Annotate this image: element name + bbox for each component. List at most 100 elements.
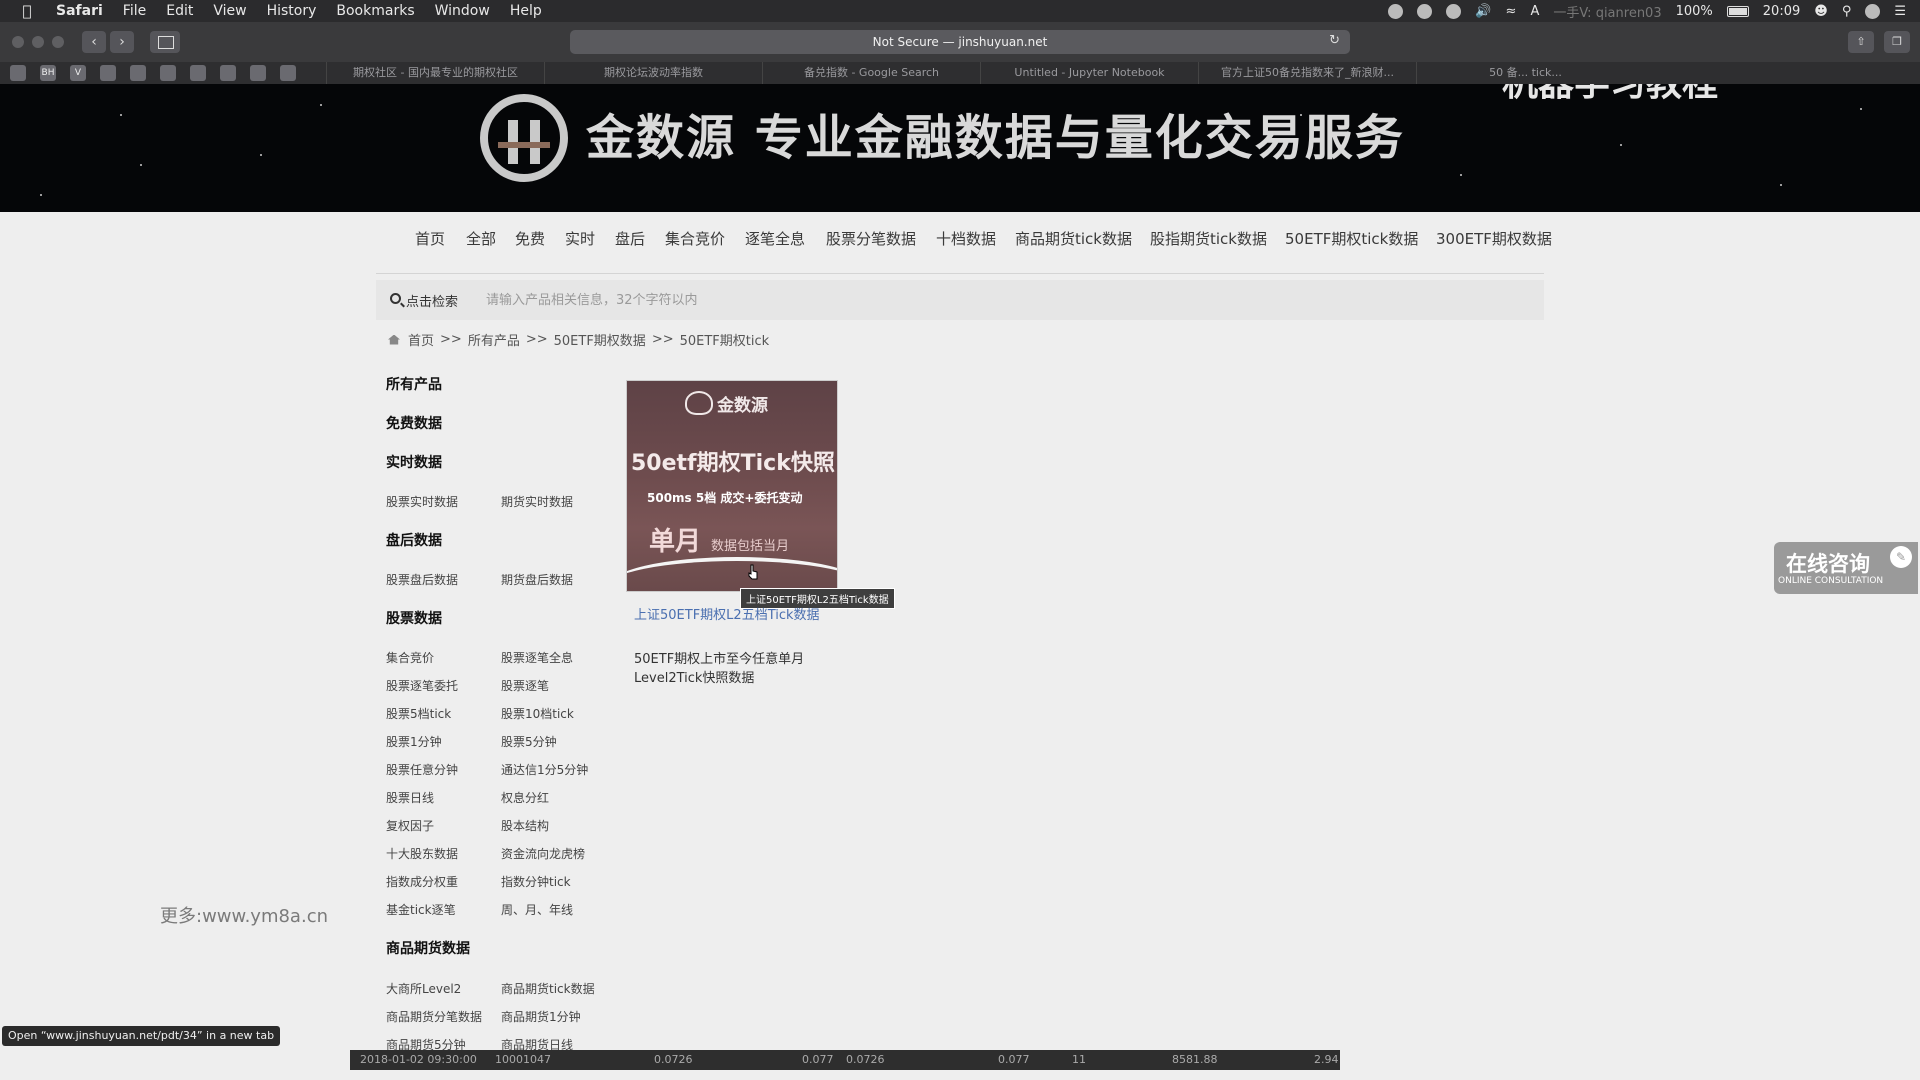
menu-history[interactable]: History (267, 3, 317, 19)
sidebar-link[interactable]: 股本结构 (501, 817, 549, 834)
search-input[interactable] (486, 288, 886, 312)
nav-index-futures-tick[interactable]: 股指期货tick数据 (1150, 228, 1267, 249)
tab[interactable]: 期权社区 - 国内最专业的期权社区 (326, 62, 544, 84)
menu-safari[interactable]: Safari (56, 3, 103, 19)
search-label[interactable]: 点击检索 (406, 291, 458, 310)
favorite-icon[interactable] (220, 65, 236, 81)
wifi-icon[interactable]: ≈ (1506, 4, 1517, 19)
nav-ten-level[interactable]: 十档数据 (936, 228, 996, 249)
sidebar-link[interactable]: 商品期货tick数据 (501, 980, 595, 997)
sidebar-link[interactable]: 股票逐笔委托 (386, 677, 458, 694)
battery-icon[interactable] (1726, 5, 1749, 17)
sidebar-link[interactable]: 股票5分钟 (501, 733, 557, 750)
tab[interactable]: 备兑指数 - Google Search (762, 62, 980, 84)
menu-bookmarks[interactable]: Bookmarks (336, 3, 414, 19)
sidebar-link[interactable]: 期货实时数据 (501, 493, 573, 510)
back-button[interactable]: ‹ (82, 31, 106, 53)
tab[interactable]: 50 备... tick... (1416, 62, 1634, 84)
search-icon[interactable] (390, 293, 401, 304)
sidebar-link[interactable]: 股票10档tick (501, 705, 574, 722)
nav-tick-full[interactable]: 逐笔全息 (745, 228, 805, 249)
sidebar-link[interactable]: 股票任意分钟 (386, 761, 458, 778)
sidebar-link[interactable]: 股票逐笔全息 (501, 649, 573, 666)
sidebar-link[interactable]: 股票日线 (386, 789, 434, 806)
spotlight-icon[interactable]: ⚲ (1842, 4, 1852, 19)
breadcrumb-current[interactable]: 50ETF期权tick (680, 330, 770, 349)
play-icon[interactable] (1446, 3, 1462, 19)
sidebar-link[interactable]: 期货盘后数据 (501, 571, 573, 588)
sidebar-link[interactable]: 股票1分钟 (386, 733, 442, 750)
sidebar-link[interactable]: 股票5档tick (386, 705, 451, 722)
nav-afterhours[interactable]: 盘后 (615, 228, 645, 249)
sidebar-link[interactable]: 指数分钟tick (501, 873, 571, 890)
clock[interactable]: 20:09 (1763, 4, 1800, 19)
sidebar-stock-data[interactable]: 股票数据 (386, 608, 442, 628)
reload-icon[interactable]: ↻ (1329, 33, 1340, 48)
favorite-icon[interactable]: V (70, 65, 86, 81)
favorite-icon[interactable] (130, 65, 146, 81)
sidebar-link[interactable]: 集合竞价 (386, 649, 434, 666)
siri-icon[interactable] (1865, 3, 1881, 19)
menu-window[interactable]: Window (435, 3, 490, 19)
record-icon[interactable] (1417, 3, 1433, 19)
tab[interactable]: 官方上证50备兑指数来了_新浪财... (1198, 62, 1416, 84)
site-logo-icon[interactable] (478, 92, 570, 184)
menu-view[interactable]: View (213, 3, 246, 19)
address-bar[interactable]: Not Secure — jinshuyuan.net ↻ (570, 30, 1350, 54)
nav-300etf[interactable]: 300ETF期权数据 (1436, 228, 1552, 249)
volume-icon[interactable]: 🔊 (1475, 4, 1491, 19)
sidebar-link[interactable]: 商品期货1分钟 (501, 1008, 581, 1025)
sidebar-link[interactable]: 股票盘后数据 (386, 571, 458, 588)
sidebar-link[interactable]: 周、月、年线 (501, 901, 573, 918)
sidebar-link[interactable]: 指数成分权重 (386, 873, 458, 890)
nav-50etf-tick[interactable]: 50ETF期权tick数据 (1285, 228, 1418, 249)
product-title-link[interactable]: 上证50ETF期权L2五档Tick数据 (634, 608, 834, 624)
tab[interactable]: 期权论坛波动率指数 (544, 62, 762, 84)
product-image[interactable]: 金数源 50etf期权Tick快照 500ms 5档 成交+委托变动 单月 数据包… (626, 380, 838, 592)
menu-file[interactable]: File (123, 3, 146, 19)
favorite-icon[interactable]: BH (40, 65, 56, 81)
favorite-icon[interactable] (100, 65, 116, 81)
nav-stock-tick[interactable]: 股票分笔数据 (826, 228, 916, 249)
forward-button[interactable]: › (110, 31, 134, 53)
favorite-icon[interactable] (190, 65, 206, 81)
sidebar-all-products[interactable]: 所有产品 (386, 374, 442, 394)
sidebar-free-data[interactable]: 免费数据 (386, 413, 442, 433)
breadcrumb-home[interactable]: 首页 (408, 330, 434, 349)
tabs-overview-icon[interactable]: ❐ (1884, 31, 1910, 53)
close-window-button[interactable] (12, 36, 24, 48)
nav-home[interactable]: 首页 (415, 228, 445, 249)
sidebar-realtime-data[interactable]: 实时数据 (386, 452, 442, 472)
nav-all[interactable]: 全部 (466, 228, 496, 249)
input-method-icon[interactable]: A (1530, 4, 1539, 19)
minimize-window-button[interactable] (32, 36, 44, 48)
tab[interactable]: Untitled - Jupyter Notebook (980, 62, 1198, 84)
favorite-icon[interactable] (10, 65, 26, 81)
sidebar-link[interactable]: 基金tick逐笔 (386, 901, 456, 918)
wechat-icon[interactable] (1388, 3, 1404, 19)
menu-edit[interactable]: Edit (166, 3, 193, 19)
sidebar-link[interactable]: 十大股东数据 (386, 845, 458, 862)
nav-realtime[interactable]: 实时 (565, 228, 595, 249)
sidebar-link[interactable]: 复权因子 (386, 817, 434, 834)
zoom-window-button[interactable] (52, 36, 64, 48)
sidebar-link[interactable]: 资金流向龙虎榜 (501, 845, 585, 862)
sidebar-link[interactable]: 大商所Level2 (386, 980, 461, 997)
sidebar-link[interactable]: 通达信1分5分钟 (501, 761, 588, 778)
sidebar-afterhours-data[interactable]: 盘后数据 (386, 530, 442, 550)
notification-icon[interactable]: ☰ (1894, 4, 1906, 19)
user-icon[interactable]: ☻ (1814, 4, 1828, 19)
sidebar-futures-data[interactable]: 商品期货数据 (386, 938, 470, 958)
sidebar-link[interactable]: 权息分红 (501, 789, 549, 806)
sidebar-toggle-button[interactable] (150, 31, 180, 53)
share-icon[interactable]: ⇧ (1848, 31, 1874, 53)
nav-auction[interactable]: 集合竞价 (665, 228, 725, 249)
favorite-icon[interactable] (160, 65, 176, 81)
favorite-icon[interactable] (250, 65, 266, 81)
nav-commodity-tick[interactable]: 商品期货tick数据 (1015, 228, 1132, 249)
sidebar-link[interactable]: 商品期货分笔数据 (386, 1008, 482, 1025)
favorite-icon[interactable] (280, 65, 296, 81)
breadcrumb-category[interactable]: 50ETF期权数据 (554, 330, 646, 349)
menu-help[interactable]: Help (510, 3, 542, 19)
online-consult-button[interactable]: 在线咨询 ONLINE CONSULTATION ✎ (1774, 542, 1918, 594)
